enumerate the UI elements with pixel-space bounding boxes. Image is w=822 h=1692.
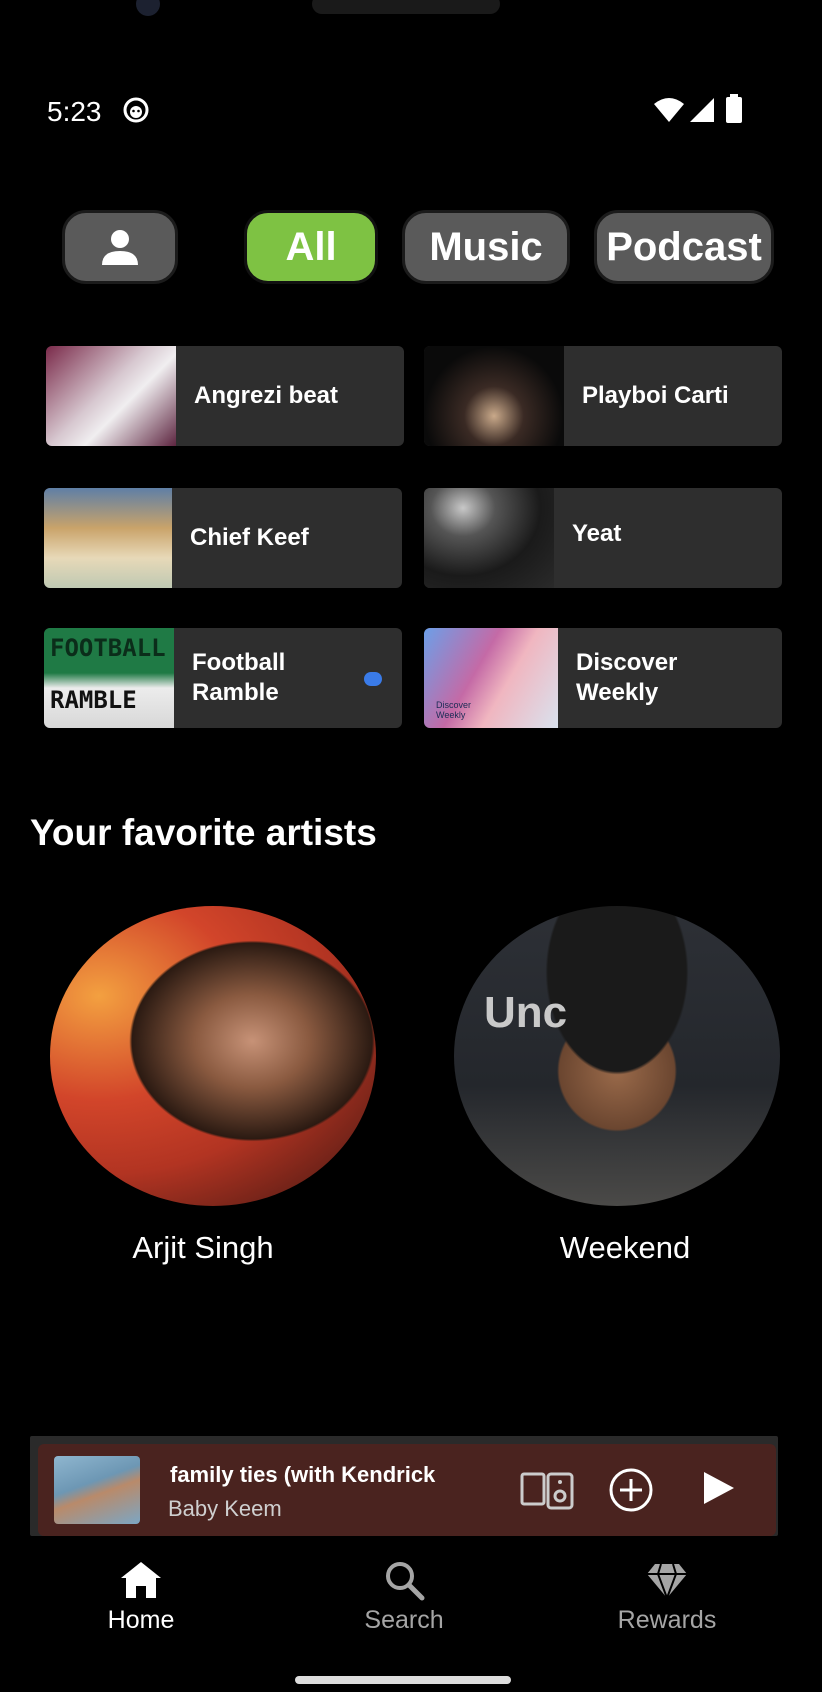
search-icon — [386, 1562, 425, 1601]
filter-chip-music[interactable]: Music — [402, 210, 570, 284]
status-time: 5:23 — [47, 96, 102, 127]
play-icon[interactable] — [698, 1468, 738, 1508]
playlist-cover — [46, 346, 176, 446]
connect-device-icon[interactable] — [520, 1470, 574, 1510]
user-icon — [102, 230, 138, 265]
home-icon — [121, 1562, 161, 1598]
shortcut-label: Discover Weekly — [576, 649, 678, 706]
section-title-favorite-artists: Your favorite artists — [30, 812, 377, 853]
nav-label: Rewards — [617, 1606, 717, 1634]
earpiece-speaker — [312, 0, 500, 14]
photo-backdrop-text: Unc — [484, 988, 568, 1037]
shortcut-tile-playboi-carti[interactable]: Playboi Carti — [424, 346, 782, 446]
shortcut-label: Football Ramble — [192, 649, 286, 706]
add-to-library-icon[interactable] — [608, 1468, 654, 1512]
shortcut-label: Yeat — [572, 520, 622, 547]
podcast-cover: FOOTBALL RAMBLE — [44, 628, 174, 728]
wifi-icon — [654, 98, 684, 122]
bottom-nav: Home Search Rewards — [0, 1536, 822, 1692]
artist-cover — [424, 488, 554, 588]
diamond-icon — [647, 1563, 687, 1601]
front-camera — [136, 0, 160, 16]
now-playing-cover — [54, 1456, 140, 1524]
shortcut-tile-chief-keef[interactable]: Chief Keef — [44, 488, 402, 588]
profile-button[interactable] — [62, 210, 178, 284]
mini-player[interactable]: family ties (with Kendrick Baby Keem — [38, 1444, 776, 1536]
shortcut-tile-yeat[interactable]: Yeat — [424, 488, 782, 588]
shortcut-tile-football-ramble[interactable]: FOOTBALL RAMBLE Football Ramble — [44, 628, 402, 728]
now-playing-title: family ties (with Kendrick — [170, 1462, 436, 1487]
gesture-home-indicator[interactable] — [295, 1676, 511, 1684]
filter-chip-all[interactable]: All — [244, 210, 378, 284]
nav-item-search[interactable]: Search — [324, 1558, 484, 1635]
cover-text-top: FOOTBALL — [50, 634, 166, 662]
artist-photo-weekend[interactable]: Unc — [454, 906, 780, 1206]
artist-name[interactable]: Arjit Singh — [40, 1230, 366, 1266]
now-playing-artist: Baby Keem — [168, 1496, 282, 1521]
battery-icon — [726, 94, 742, 123]
artist-cover — [44, 488, 172, 588]
nav-label: Search — [364, 1606, 444, 1634]
artist-photo-arjit-singh[interactable] — [50, 906, 376, 1206]
cell-signal-icon — [690, 98, 714, 122]
shortcut-tile-discover-weekly[interactable]: Discover Weekly Discover Weekly — [424, 628, 782, 728]
artist-cover — [424, 346, 564, 446]
nav-item-home[interactable]: Home — [61, 1558, 221, 1635]
new-episode-dot — [364, 672, 382, 686]
shortcut-label: Chief Keef — [190, 524, 309, 551]
shortcut-label: Angrezi beat — [194, 382, 339, 409]
nav-item-rewards[interactable]: Rewards — [587, 1558, 747, 1635]
shortcut-label: Playboi Carti — [582, 382, 729, 409]
cover-text-bottom: RAMBLE — [50, 686, 137, 714]
shortcut-tile-angrezi-beat[interactable]: Angrezi beat — [46, 346, 404, 446]
artist-name[interactable]: Weekend — [462, 1230, 788, 1266]
playlist-cover: Discover Weekly — [424, 628, 558, 728]
cover-text: Discover Weekly — [436, 700, 472, 720]
filter-chip-podcast[interactable]: Podcast — [594, 210, 774, 284]
nav-label: Home — [107, 1606, 175, 1634]
status-bar: 5:23 — [0, 88, 822, 134]
app-notification-icon — [123, 97, 149, 123]
